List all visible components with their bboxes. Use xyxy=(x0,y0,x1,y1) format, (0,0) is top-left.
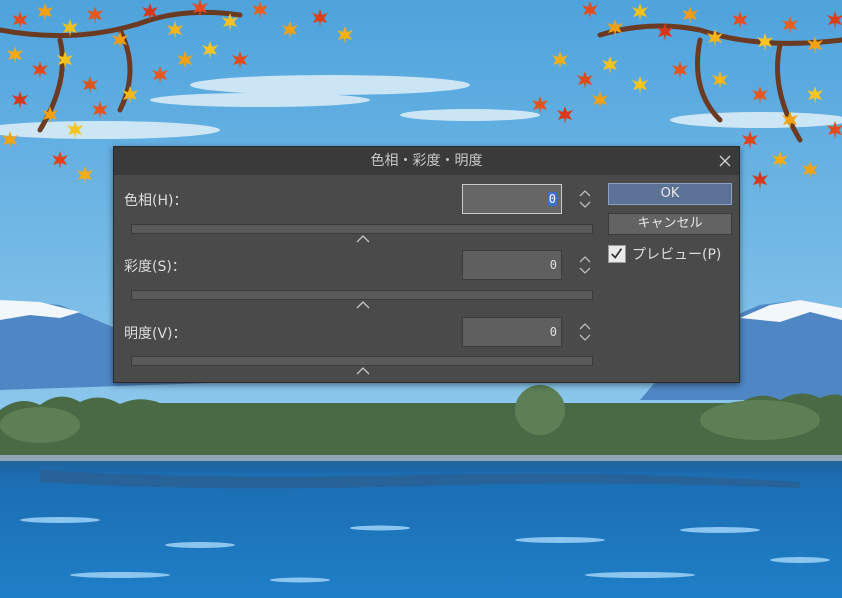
value-label: 明度(V)： xyxy=(124,326,187,342)
saturation-spin-icon[interactable] xyxy=(578,254,592,276)
hue-value: 0 xyxy=(547,192,557,206)
preview-checkbox[interactable] xyxy=(608,245,626,263)
value-input[interactable]: 0 xyxy=(462,317,562,347)
hue-label: 色相(H)： xyxy=(124,193,188,209)
hue-spin-icon[interactable] xyxy=(578,188,592,210)
checkmark-icon xyxy=(611,248,623,259)
saturation-slider-track[interactable] xyxy=(131,290,593,300)
preview-toggle[interactable]: プレビュー(P) xyxy=(608,243,721,265)
hue-slider-track[interactable] xyxy=(131,224,593,234)
value-slider-track[interactable] xyxy=(131,356,593,366)
close-icon[interactable] xyxy=(717,153,733,169)
value-spin-icon[interactable] xyxy=(578,321,592,343)
dialog-titlebar[interactable]: 色相・彩度・明度 xyxy=(114,147,739,175)
ok-button[interactable]: OK xyxy=(608,183,732,205)
value-slider-thumb-icon[interactable] xyxy=(356,367,370,375)
hue-slider-thumb-icon[interactable] xyxy=(356,235,370,243)
hue-input[interactable]: 0 xyxy=(462,184,562,214)
saturation-slider-thumb-icon[interactable] xyxy=(356,301,370,309)
dialog-title: 色相・彩度・明度 xyxy=(370,153,483,169)
hue-saturation-value-dialog: 色相・彩度・明度 色相(H)： 0 彩度(S)： 0 明度(V)： 0 OK キ… xyxy=(113,146,740,383)
cancel-button[interactable]: キャンセル xyxy=(608,213,732,235)
saturation-label: 彩度(S)： xyxy=(124,259,186,275)
saturation-input[interactable]: 0 xyxy=(462,250,562,280)
preview-label: プレビュー(P) xyxy=(632,247,722,263)
